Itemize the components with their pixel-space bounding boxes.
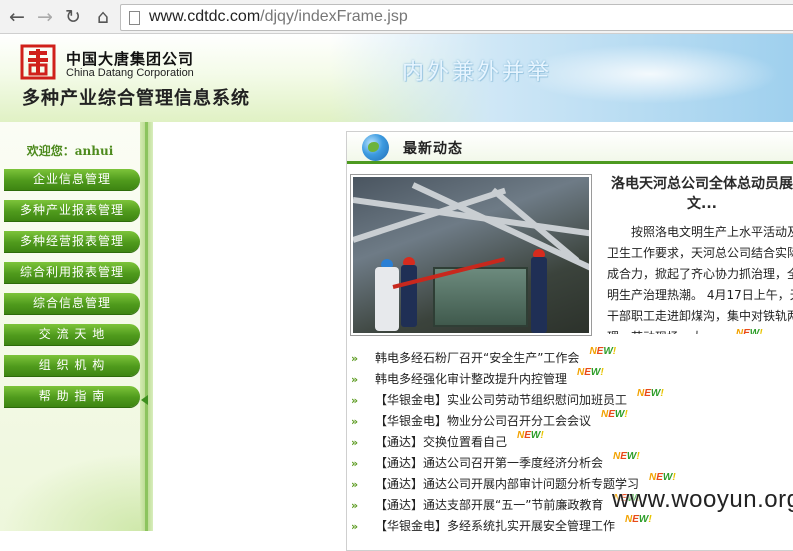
featured-news-photo[interactable] — [350, 174, 592, 336]
sidebar-rail-line — [145, 122, 148, 531]
bullet-icon: » — [351, 373, 359, 386]
sidebar-item-industry-reports[interactable]: 多种产业报表管理 — [4, 200, 140, 221]
featured-summary: 按照洛电文明生产上水平活动及卫生工作要求，天河总公司结合实际成合力，掀起了齐心协… — [607, 222, 793, 334]
list-item[interactable]: » 【通达】交换位置看自己 NEW! — [347, 430, 793, 453]
sidebar-decor — [0, 452, 140, 531]
bullet-icon: » — [351, 415, 359, 428]
header-slogan: 内外兼外并举 — [402, 60, 553, 85]
reload-icon[interactable]: ↻ — [62, 6, 84, 28]
sidebar-item-utilization-reports[interactable]: 综合利用报表管理 — [4, 262, 140, 283]
new-badge: NEW! — [637, 388, 664, 399]
news-title: 【通达】通达支部开展“五一”节前廉政教育 NEW! — [375, 493, 640, 516]
new-badge: NEW! — [589, 346, 617, 357]
helmet — [381, 259, 393, 267]
news-title: 【华银金电】物业分公司召开分工会会议 NEW! — [375, 409, 628, 432]
featured-summary-text: 按照洛电文明生产上水平活动及卫生工作要求，天河总公司结合实际成合力，掀起了齐心协… — [607, 225, 793, 334]
news-title: 韩电多经石粉厂召开“安全生产”工作会 NEW! — [375, 346, 617, 369]
home-icon[interactable]: ⌂ — [92, 6, 114, 28]
address-bar[interactable]: www.cdtdc.com/djqy/indexFrame.jsp — [120, 4, 793, 31]
new-badge: NEW! — [613, 451, 640, 462]
bullet-icon: » — [351, 457, 359, 470]
sidebar-item-community[interactable]: 交 流 天 地 — [4, 324, 140, 345]
watermark: www.wooyun.org — [612, 486, 793, 513]
news-title-text[interactable]: 韩电多经石粉厂召开“安全生产”工作会 — [375, 351, 579, 365]
bullet-icon: » — [351, 478, 359, 491]
bullet-icon: » — [351, 520, 359, 533]
collapse-arrow-icon[interactable] — [141, 395, 148, 405]
worker — [401, 265, 417, 327]
welcome-text: 欢迎您：anhui — [0, 142, 140, 159]
machine — [433, 267, 528, 327]
new-badge: NEW! — [601, 409, 628, 420]
system-title: 多种产业综合管理信息系统 — [22, 88, 250, 109]
news-title-text[interactable]: 【通达】通达公司召开第一季度经济分析会 — [375, 456, 603, 470]
company-name-en: China Datang Corporation — [66, 67, 194, 79]
new-badge: NEW! — [649, 472, 676, 483]
helmet — [403, 257, 415, 265]
sidebar-item-enterprise-info[interactable]: 企业信息管理 — [4, 169, 140, 190]
sidebar-item-organization[interactable]: 组 织 机 构 — [4, 355, 140, 376]
featured-headline[interactable]: 洛电天河总公司全体总动员展文... — [607, 174, 793, 214]
sidebar-item-help[interactable]: 帮 助 指 南 — [4, 386, 140, 407]
url-path: /djqy/indexFrame.jsp — [260, 8, 408, 25]
browser-toolbar: ← → ↻ ⌂ www.cdtdc.com/djqy/indexFrame.js… — [0, 0, 793, 34]
url-host: www.cdtdc.com — [149, 8, 261, 25]
list-item[interactable]: » 【华银金电】物业分公司召开分工会会议 NEW! — [347, 409, 793, 432]
list-item[interactable]: » 韩电多经强化审计整改提升内控管理 NEW! — [347, 367, 793, 390]
forward-arrow-icon[interactable]: → — [34, 6, 56, 28]
list-item[interactable]: » 【华银金电】多经系统扎实开展安全管理工作 NEW! — [347, 514, 793, 537]
url-text[interactable]: www.cdtdc.com/djqy/indexFrame.jsp — [149, 8, 408, 26]
news-title-text[interactable]: 【通达】通达公司开展内部审计问题分析专题学习 — [375, 477, 639, 491]
company-name-cn: 中国大唐集团公司 — [66, 50, 195, 68]
news-title: 【华银金电】实业公司劳动节组织慰问加班员工 NEW! — [375, 388, 664, 411]
list-item[interactable]: » 【华银金电】实业公司劳动节组织慰问加班员工 NEW! — [347, 388, 793, 411]
news-title: 【华银金电】多经系统扎实开展安全管理工作 NEW! — [375, 514, 652, 537]
header-cloud-decor — [520, 44, 780, 104]
news-title: 【通达】通达公司召开第一季度经济分析会 NEW! — [375, 451, 640, 474]
news-title-text[interactable]: 韩电多经强化审计整改提升内控管理 — [375, 372, 567, 386]
news-header: 最新动态 — [347, 132, 793, 164]
news-section-title: 最新动态 — [403, 141, 463, 157]
page-icon — [129, 11, 140, 25]
worker — [531, 257, 547, 333]
main-content: 最新动态 洛电天河总公司全体总动员展文... 按照洛电文明生产上水平活动及卫生工… — [153, 122, 793, 551]
sidebar-item-business-reports[interactable]: 多种经营报表管理 — [4, 231, 140, 252]
new-badge: NEW! — [517, 430, 544, 441]
news-title: 【通达】交换位置看自己 NEW! — [375, 430, 544, 453]
sidebar-item-general-info[interactable]: 综合信息管理 — [4, 293, 140, 314]
helmet — [533, 249, 545, 257]
new-badge: NEW! — [735, 328, 763, 334]
news-title-text[interactable]: 【华银金电】物业分公司召开分工会会议 — [375, 414, 591, 428]
welcome-username: anhui — [74, 144, 114, 158]
worker — [375, 267, 399, 331]
bullet-icon: » — [351, 394, 359, 407]
site-header: 中国大唐集团公司 China Datang Corporation 多种产业综合… — [0, 34, 793, 122]
news-title-text[interactable]: 【通达】交换位置看自己 — [375, 435, 507, 449]
new-badge: NEW! — [577, 367, 604, 378]
welcome-label: 欢迎您： — [26, 144, 75, 158]
bullet-icon: » — [351, 499, 359, 512]
news-title-text[interactable]: 【华银金电】实业公司劳动节组织慰问加班员工 — [375, 393, 627, 407]
photo-scene — [353, 177, 589, 333]
new-badge: NEW! — [625, 514, 652, 525]
back-arrow-icon[interactable]: ← — [6, 6, 28, 28]
list-item[interactable]: » 【通达】通达公司召开第一季度经济分析会 NEW! — [347, 451, 793, 474]
bullet-icon: » — [351, 352, 359, 365]
list-item[interactable]: » 韩电多经石粉厂召开“安全生产”工作会 NEW! — [347, 346, 793, 369]
news-title-text[interactable]: 【通达】通达支部开展“五一”节前廉政教育 — [375, 498, 603, 512]
news-title: 韩电多经强化审计整改提升内控管理 NEW! — [375, 367, 604, 390]
sidebar: 欢迎您：anhui 企业信息管理 多种产业报表管理 多种经营报表管理 综合利用报… — [0, 122, 153, 531]
datang-logo-icon — [20, 44, 56, 80]
bullet-icon: » — [351, 436, 359, 449]
